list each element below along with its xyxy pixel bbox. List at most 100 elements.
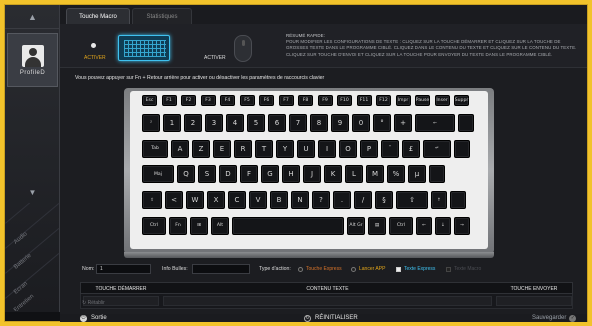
keyboard-key[interactable]: M: [366, 165, 384, 184]
keyboard-key[interactable]: F4: [220, 95, 235, 106]
keyboard-key[interactable]: →: [454, 216, 470, 235]
keyboard-key[interactable]: K: [324, 165, 342, 184]
keyboard-key[interactable]: Alt Gr: [347, 216, 365, 235]
keyboard-key[interactable]: ▤: [368, 216, 386, 235]
keyboard-key[interactable]: Ctrl: [389, 216, 413, 235]
keyboard-key[interactable]: A: [171, 139, 189, 158]
option-lancer-app[interactable]: Lancer APP: [351, 266, 385, 272]
keyboard-key[interactable]: F12: [376, 95, 391, 106]
keyboard-key[interactable]: Impr: [395, 95, 411, 106]
keyboard-key[interactable]: F7: [278, 95, 294, 106]
option-texte-macro[interactable]: Texte Macro: [446, 266, 481, 272]
touche-express-radio[interactable]: [298, 266, 303, 272]
keyboard-key[interactable]: O: [339, 139, 357, 158]
nom-field[interactable]: 1: [96, 264, 151, 274]
exit-button[interactable]: ⏻ Sortie: [80, 314, 107, 322]
keyboard-key[interactable]: W: [186, 191, 204, 210]
keyboard-key[interactable]: [450, 191, 466, 210]
keyboard-key[interactable]: Maj: [142, 165, 174, 184]
keyboard-key[interactable]: F6: [259, 95, 274, 106]
keyboard-key[interactable]: ?: [312, 191, 330, 210]
keyboard-key[interactable]: F9: [317, 95, 333, 106]
keyboard-key[interactable]: I: [318, 139, 336, 158]
keyboard-key[interactable]: 8: [310, 114, 328, 133]
sidebar-item-entretien[interactable]: Entretien: [13, 294, 35, 311]
text-content-cell[interactable]: [163, 296, 492, 306]
keyboard-key[interactable]: 3: [205, 114, 223, 133]
keyboard-key[interactable]: F5: [239, 95, 255, 106]
keyboard-key[interactable]: ←: [415, 114, 455, 133]
keyboard-key[interactable]: G: [261, 165, 279, 184]
keyboard-mode-radio[interactable]: [91, 43, 96, 48]
keyboard-key[interactable]: §: [375, 191, 393, 210]
keyboard-key[interactable]: Q: [177, 165, 195, 184]
keyboard-key[interactable]: Alt: [211, 216, 229, 235]
retablir-button[interactable]: ↻ Rétablir: [82, 300, 105, 306]
tab-statistiques[interactable]: Statistiques: [132, 8, 192, 24]
sidebar-item-batterie[interactable]: Batterie: [13, 253, 33, 271]
keyboard-key[interactable]: Fn: [169, 216, 187, 235]
keyboard-key[interactable]: 1: [163, 114, 181, 133]
keyboard-key[interactable]: £: [402, 139, 420, 158]
sidebar-item-profile[interactable]: ProfileD: [7, 33, 58, 87]
keyboard-key[interactable]: Esc: [142, 95, 157, 106]
keyboard-key[interactable]: ⇧: [142, 191, 162, 210]
keyboard-key[interactable]: ⇧: [396, 191, 428, 210]
keyboard-key[interactable]: /: [354, 191, 372, 210]
lancer-app-radio[interactable]: [351, 266, 356, 272]
keyboard-key[interactable]: B: [270, 191, 288, 210]
keyboard-key[interactable]: µ: [408, 165, 426, 184]
keyboard-key[interactable]: Y: [276, 139, 294, 158]
keyboard-key[interactable]: N: [291, 191, 309, 210]
keyboard-key[interactable]: [429, 165, 445, 184]
keyboard-key[interactable]: P: [360, 139, 378, 158]
keyboard-key[interactable]: .: [333, 191, 351, 210]
keyboard-key[interactable]: ⊞: [190, 216, 208, 235]
info-bulles-field[interactable]: [192, 264, 250, 274]
keyboard-key[interactable]: F2: [181, 95, 196, 106]
keyboard-key[interactable]: F: [240, 165, 258, 184]
mouse-mode-icon[interactable]: [234, 35, 252, 62]
keyboard-key[interactable]: V: [249, 191, 267, 210]
tab-touche-macro[interactable]: Touche Macro: [66, 8, 130, 24]
keyboard-key[interactable]: Ctrl: [142, 216, 166, 235]
texte-macro-checkbox[interactable]: [446, 266, 451, 272]
keyboard-key[interactable]: F1: [161, 95, 177, 106]
keyboard-key[interactable]: Suppr: [454, 95, 469, 106]
keyboard-key[interactable]: Tab: [142, 139, 168, 158]
keyboard-key[interactable]: ¨: [381, 139, 399, 158]
keyboard-key[interactable]: 4: [226, 114, 244, 133]
keyboard-key[interactable]: T: [255, 139, 273, 158]
keyboard-key[interactable]: D: [219, 165, 237, 184]
keyboard-key[interactable]: F11: [356, 95, 372, 106]
keyboard-key[interactable]: C: [228, 191, 246, 210]
keyboard-key[interactable]: 7: [289, 114, 307, 133]
keyboard-mode-icon[interactable]: [118, 35, 170, 61]
keyboard-key[interactable]: ←: [416, 216, 432, 235]
keyboard-key[interactable]: Inser: [434, 95, 450, 106]
keyboard-key[interactable]: H: [282, 165, 300, 184]
keyboard-key[interactable]: Z: [192, 139, 210, 158]
keyboard-key[interactable]: 5: [247, 114, 265, 133]
sidebar-scroll-up-icon[interactable]: ▲: [5, 5, 60, 29]
keyboard-key[interactable]: 6: [268, 114, 286, 133]
send-key-cell[interactable]: [496, 296, 572, 306]
option-texte-express[interactable]: Texte Express: [396, 266, 435, 272]
keyboard-key[interactable]: [232, 216, 344, 235]
reset-button[interactable]: ↻ RÉINITIALISER: [304, 314, 358, 322]
keyboard-key[interactable]: [454, 139, 470, 158]
keyboard-key[interactable]: U: [297, 139, 315, 158]
keyboard-key[interactable]: R: [234, 139, 252, 158]
keyboard-key[interactable]: ²: [142, 114, 160, 133]
keyboard-key[interactable]: S: [198, 165, 216, 184]
keyboard-key[interactable]: F10: [337, 95, 352, 106]
keyboard-key[interactable]: 2: [184, 114, 202, 133]
keyboard-key[interactable]: +: [394, 114, 412, 133]
keyboard-key[interactable]: ↵: [423, 139, 451, 158]
keyboard-key[interactable]: <: [165, 191, 183, 210]
keyboard-key[interactable]: J: [303, 165, 321, 184]
sidebar-scroll-down-icon[interactable]: ▼: [5, 183, 60, 201]
keyboard-key[interactable]: L: [345, 165, 363, 184]
keyboard-key[interactable]: °: [373, 114, 391, 133]
keyboard-key[interactable]: Pause: [415, 95, 430, 106]
